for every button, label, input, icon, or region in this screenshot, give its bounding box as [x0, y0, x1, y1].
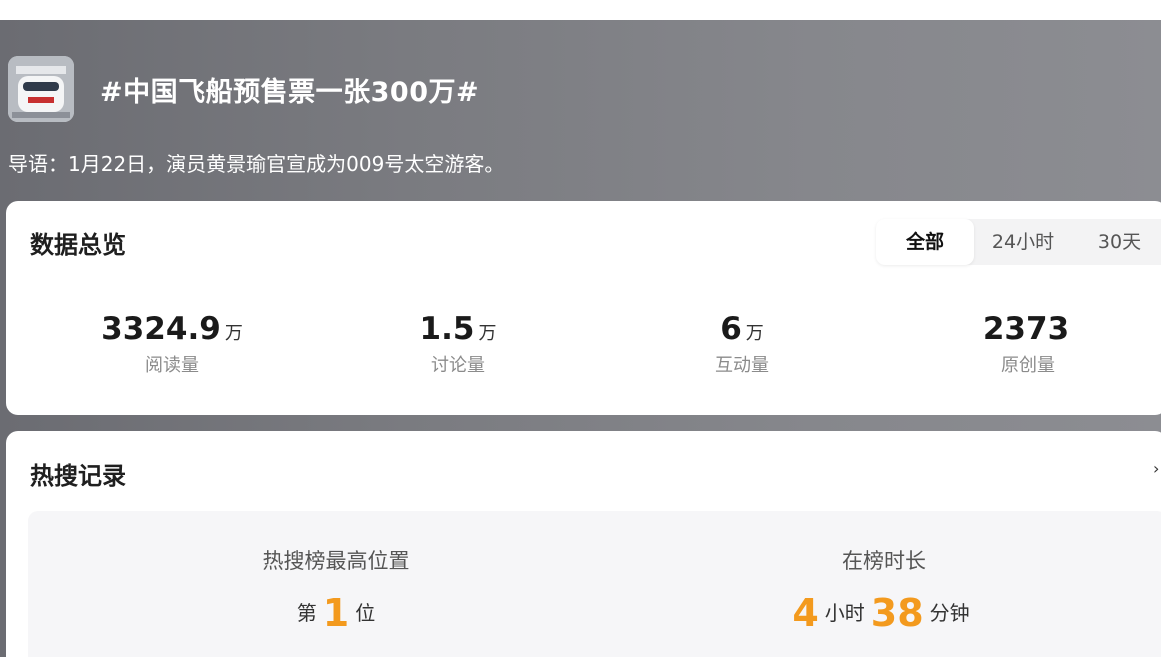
- hot-search-record-card: 热搜记录 › 热搜榜最高位置 第1位 在榜时长 4 小时 38 分钟: [6, 431, 1161, 657]
- topic-avatar: [8, 56, 74, 122]
- data-overview-card: 数据总览 全部 24小时 30天 3324.9 万 阅读量 1.5 万 讨论量 6万…: [6, 201, 1161, 415]
- duration-minutes-unit: 分钟: [929, 601, 970, 625]
- stat-interactions: 6万 互动量: [602, 311, 882, 377]
- duration-label: 在榜时长: [842, 549, 926, 573]
- stat-original-label: 原创量: [1001, 355, 1055, 376]
- stat-original-value: 2373: [982, 311, 1070, 347]
- overview-title: 数据总览: [30, 231, 126, 259]
- more-icon[interactable]: ›: [1153, 459, 1161, 478]
- highest-position-number: 1: [322, 591, 350, 635]
- tab-all[interactable]: 全部: [876, 219, 974, 265]
- stat-reads-unit: 万: [224, 323, 243, 344]
- top-strip: [0, 0, 1161, 20]
- stat-discussions-value: 1.5: [419, 311, 475, 347]
- highest-position-suffix: 位: [355, 601, 376, 625]
- stat-reads-value: 3324.9: [101, 311, 221, 347]
- stat-interactions-label: 互动量: [715, 355, 769, 376]
- time-range-tabs: 全部 24小时 30天: [876, 219, 1161, 265]
- hot-search-title: 热搜记录: [30, 462, 126, 490]
- stat-discussions-unit: 万: [478, 323, 497, 344]
- tab-24h[interactable]: 24小时: [974, 219, 1072, 265]
- stat-interactions-value: 6: [720, 311, 742, 347]
- duration-value: 4 小时 38 分钟: [704, 591, 1064, 635]
- stat-reads: 3324.9 万 阅读量: [32, 311, 312, 377]
- duration-minutes: 38: [870, 591, 924, 635]
- highest-position-prefix: 第: [296, 601, 317, 625]
- highest-position-value: 第1位: [156, 591, 516, 635]
- stat-discussions-label: 讨论量: [431, 355, 485, 376]
- topic-lead-text: 导语：1月22日，演员黄景瑜官宣成为009号太空游客。: [8, 152, 505, 176]
- spacecraft-image-icon: [8, 56, 74, 122]
- highest-position-label: 热搜榜最高位置: [262, 549, 410, 573]
- tab-30d[interactable]: 30天: [1072, 219, 1161, 265]
- stat-discussions: 1.5 万 讨论量: [318, 311, 598, 377]
- stat-original: 2373 原创量: [888, 311, 1161, 377]
- duration-hours-unit: 小时: [824, 601, 865, 625]
- topic-title: #中国飞船预售票一张300万#: [100, 77, 480, 108]
- hot-search-metrics: 热搜榜最高位置 第1位 在榜时长 4 小时 38 分钟: [28, 511, 1161, 657]
- duration-hours: 4: [792, 591, 819, 635]
- stat-interactions-unit: 万: [745, 323, 764, 344]
- stat-reads-label: 阅读量: [145, 355, 199, 376]
